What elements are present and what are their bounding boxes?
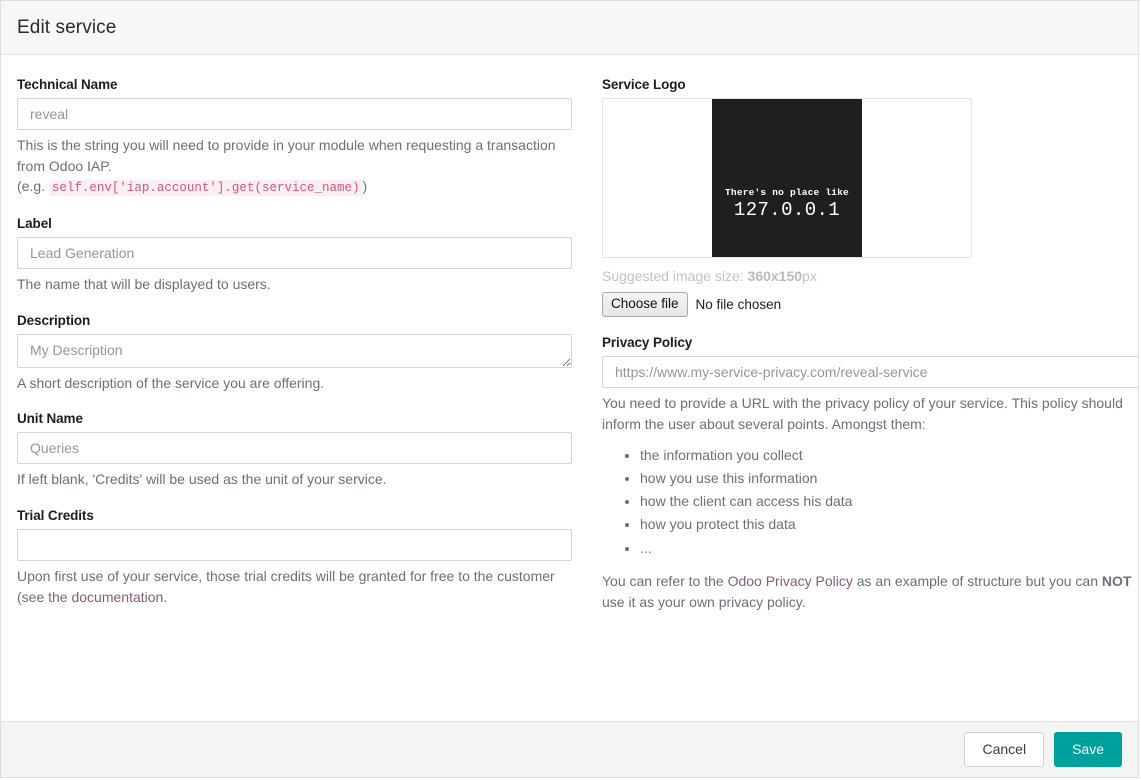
documentation-link[interactable]: the documentation [48,589,163,605]
list-item: how you use this information [640,468,1138,489]
list-item: how you protect this data [640,514,1138,535]
service-logo-label: Service Logo [602,77,686,92]
list-item: how the client can access his data [640,491,1138,512]
unit-name-input[interactable] [17,432,572,465]
privacy-footer-after: use it as your own privacy policy. [602,593,806,610]
cancel-button[interactable]: Cancel [964,732,1045,767]
privacy-footer-middle: as an example of structure but you can [852,572,1102,589]
description-textarea[interactable] [17,333,572,368]
field-technical-name: Technical Name This is the string you wi… [17,77,572,198]
trial-credits-label: Trial Credits [17,508,94,524]
field-trial-credits: Trial Credits Upon first use of your ser… [17,508,572,607]
label-field-help: The name that will be displayed to users… [17,275,271,292]
suggested-image-size: Suggested image size: 360x150px [602,268,1138,284]
technical-name-help-prefix: (e.g. [17,178,46,195]
technical-name-label: Technical Name [17,77,118,92]
list-item: ... [640,538,1138,559]
page-title: Edit service [17,16,117,38]
left-column: Technical Name This is the string you wi… [17,77,572,626]
privacy-policy-points-list: the information you collect how you use … [602,445,1138,559]
privacy-policy-input[interactable] [602,356,1138,389]
list-item: the information you collect [640,445,1138,466]
suggested-prefix: Suggested image size: [602,268,748,284]
edit-service-dialog: Edit service Technical Name This is the … [0,0,1139,778]
form-columns: Technical Name This is the string you wi… [17,77,1138,630]
suggested-suffix: px [802,268,817,284]
dialog-footer: Cancel Save [1,721,1138,777]
service-logo-image-line2: 127.0.0.1 [733,198,841,221]
field-privacy-policy: Privacy Policy You need to provide a URL… [602,335,1138,612]
suggested-size-value: 360x150 [747,268,803,284]
service-logo-image: There's no place like 127.0.0.1 [712,99,862,257]
dialog-header: Edit service [1,1,1138,55]
label-field-label: Label [17,215,52,231]
dialog-body: Technical Name This is the string you wi… [1,55,1138,721]
odoo-privacy-policy-link[interactable]: Odoo Privacy Policy [728,573,853,589]
trial-credits-help-after: . [163,588,168,605]
unit-name-label: Unit Name [17,411,83,427]
unit-name-help: If left blank, 'Credits' will be used as… [17,471,387,488]
trial-credits-help: Upon first use of your service, those tr… [17,566,572,607]
privacy-footer-not: NOT [1101,572,1132,589]
right-column: Service Logo There's no place like 127.0… [602,77,1138,630]
technical-name-help-suffix: ) [362,178,368,195]
description-label: Description [17,312,91,328]
technical-name-input[interactable] [17,98,572,130]
service-logo-preview-frame: There's no place like 127.0.0.1 [602,98,972,258]
privacy-footer-before: You can refer to the [602,572,728,589]
service-logo-image-line1: There's no place like [725,187,849,199]
field-unit-name: Unit Name If left blank, 'Credits' will … [17,411,572,490]
privacy-policy-label: Privacy Policy [602,335,693,351]
privacy-policy-help-intro: You need to provide a URL with the priva… [602,395,1123,432]
technical-name-code-sample: self.env['iap.account'].get(service_name… [48,180,363,197]
field-description: Description A short description of the s… [17,313,572,394]
service-logo-file-input[interactable]: Choose file No file chosen [602,292,782,318]
technical-name-help: This is the string you will need to prov… [17,135,572,198]
description-help: A short description of the service you a… [17,374,325,391]
file-name-text: No file chosen [695,297,782,313]
field-label: Label The name that will be displayed to… [17,216,572,295]
trial-credits-input[interactable] [17,529,572,562]
save-button[interactable]: Save [1054,732,1122,767]
technical-name-help-line1: This is the string you will need to prov… [17,137,556,174]
field-service-logo: Service Logo There's no place like 127.0… [602,77,1138,318]
choose-file-button[interactable]: Choose file [602,292,688,318]
label-field-input[interactable] [17,236,572,269]
privacy-policy-footer-note: You can refer to the Odoo Privacy Policy… [602,571,1138,612]
